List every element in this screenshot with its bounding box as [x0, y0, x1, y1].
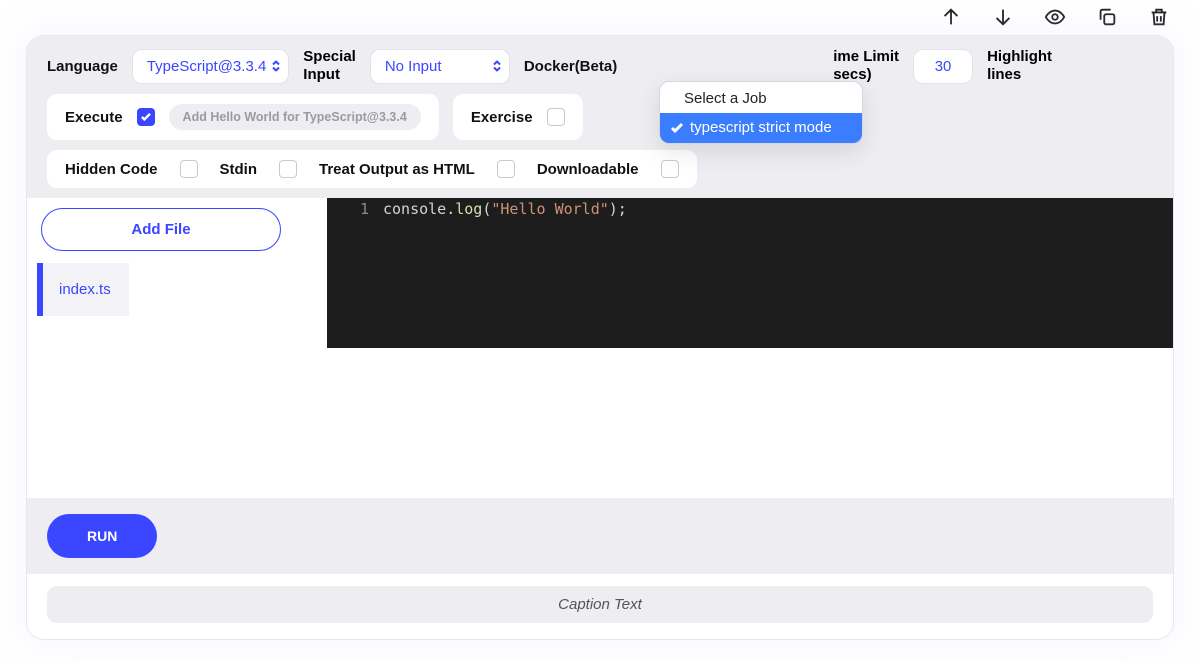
language-label: Language — [47, 58, 118, 75]
special-input-select[interactable]: No Input — [370, 49, 510, 84]
exercise-checkbox[interactable] — [547, 108, 565, 126]
downloadable-label: Downloadable — [537, 161, 639, 178]
add-file-button[interactable]: Add File — [41, 208, 281, 251]
options-box: Hidden Code Stdin Treat Output as HTML D… — [47, 150, 697, 188]
job-dropdown-item-label: typescript strict mode — [690, 119, 832, 136]
config-bar: Language TypeScript@3.3.4 SpecialInput N… — [27, 36, 1173, 198]
caption-input[interactable]: Caption Text — [47, 586, 1153, 623]
stdin-checkbox[interactable] — [279, 160, 297, 178]
arrow-down-icon[interactable] — [992, 6, 1014, 33]
trash-icon[interactable] — [1148, 6, 1170, 33]
docker-label: Docker(Beta) — [524, 58, 617, 75]
special-input-label: SpecialInput — [303, 48, 356, 84]
language-value: TypeScript@3.3.4 — [147, 58, 266, 75]
treat-html-checkbox[interactable] — [497, 160, 515, 178]
stdin-label: Stdin — [220, 161, 258, 178]
eye-icon[interactable] — [1044, 6, 1066, 33]
code-token: console — [383, 200, 446, 218]
job-dropdown-item-selected[interactable]: typescript strict mode — [660, 113, 862, 143]
highlight-lines-label: Highlight lines — [987, 48, 1052, 84]
job-dropdown[interactable]: Select a Job typescript strict mode — [659, 81, 863, 144]
check-icon — [670, 121, 684, 135]
treat-html-label: Treat Output as HTML — [319, 161, 475, 178]
file-column: Add File index.ts — [27, 198, 327, 498]
chevron-updown-icon — [272, 61, 280, 72]
exercise-box: Exercise — [453, 94, 583, 140]
footer-bar: RUN — [27, 498, 1173, 574]
chevron-updown-icon — [493, 61, 501, 72]
editor-gap — [327, 348, 1173, 498]
hidden-code-label: Hidden Code — [65, 161, 158, 178]
file-tab-index-ts[interactable]: index.ts — [37, 263, 129, 316]
line-number: 1 — [327, 200, 383, 218]
config-card: Language TypeScript@3.3.4 SpecialInput N… — [26, 35, 1174, 640]
job-dropdown-header: Select a Job — [660, 82, 862, 113]
code-editor[interactable]: 1 console.log("Hello World"); — [327, 198, 1173, 348]
hidden-code-checkbox[interactable] — [180, 160, 198, 178]
copy-icon[interactable] — [1096, 6, 1118, 33]
execute-box: Execute Add Hello World for TypeScript@3… — [47, 94, 439, 140]
time-limit-label: ime Limit secs) — [833, 48, 899, 84]
hello-world-hint[interactable]: Add Hello World for TypeScript@3.3.4 — [169, 104, 421, 130]
execute-checkbox[interactable] — [137, 108, 155, 126]
arrow-up-icon[interactable] — [940, 6, 962, 33]
execute-label: Execute — [65, 109, 123, 126]
language-select[interactable]: TypeScript@3.3.4 — [132, 49, 289, 84]
run-button[interactable]: RUN — [47, 514, 157, 558]
special-input-value: No Input — [385, 58, 442, 75]
exercise-label: Exercise — [471, 109, 533, 126]
downloadable-checkbox[interactable] — [661, 160, 679, 178]
time-limit-input[interactable]: 30 — [913, 49, 973, 84]
